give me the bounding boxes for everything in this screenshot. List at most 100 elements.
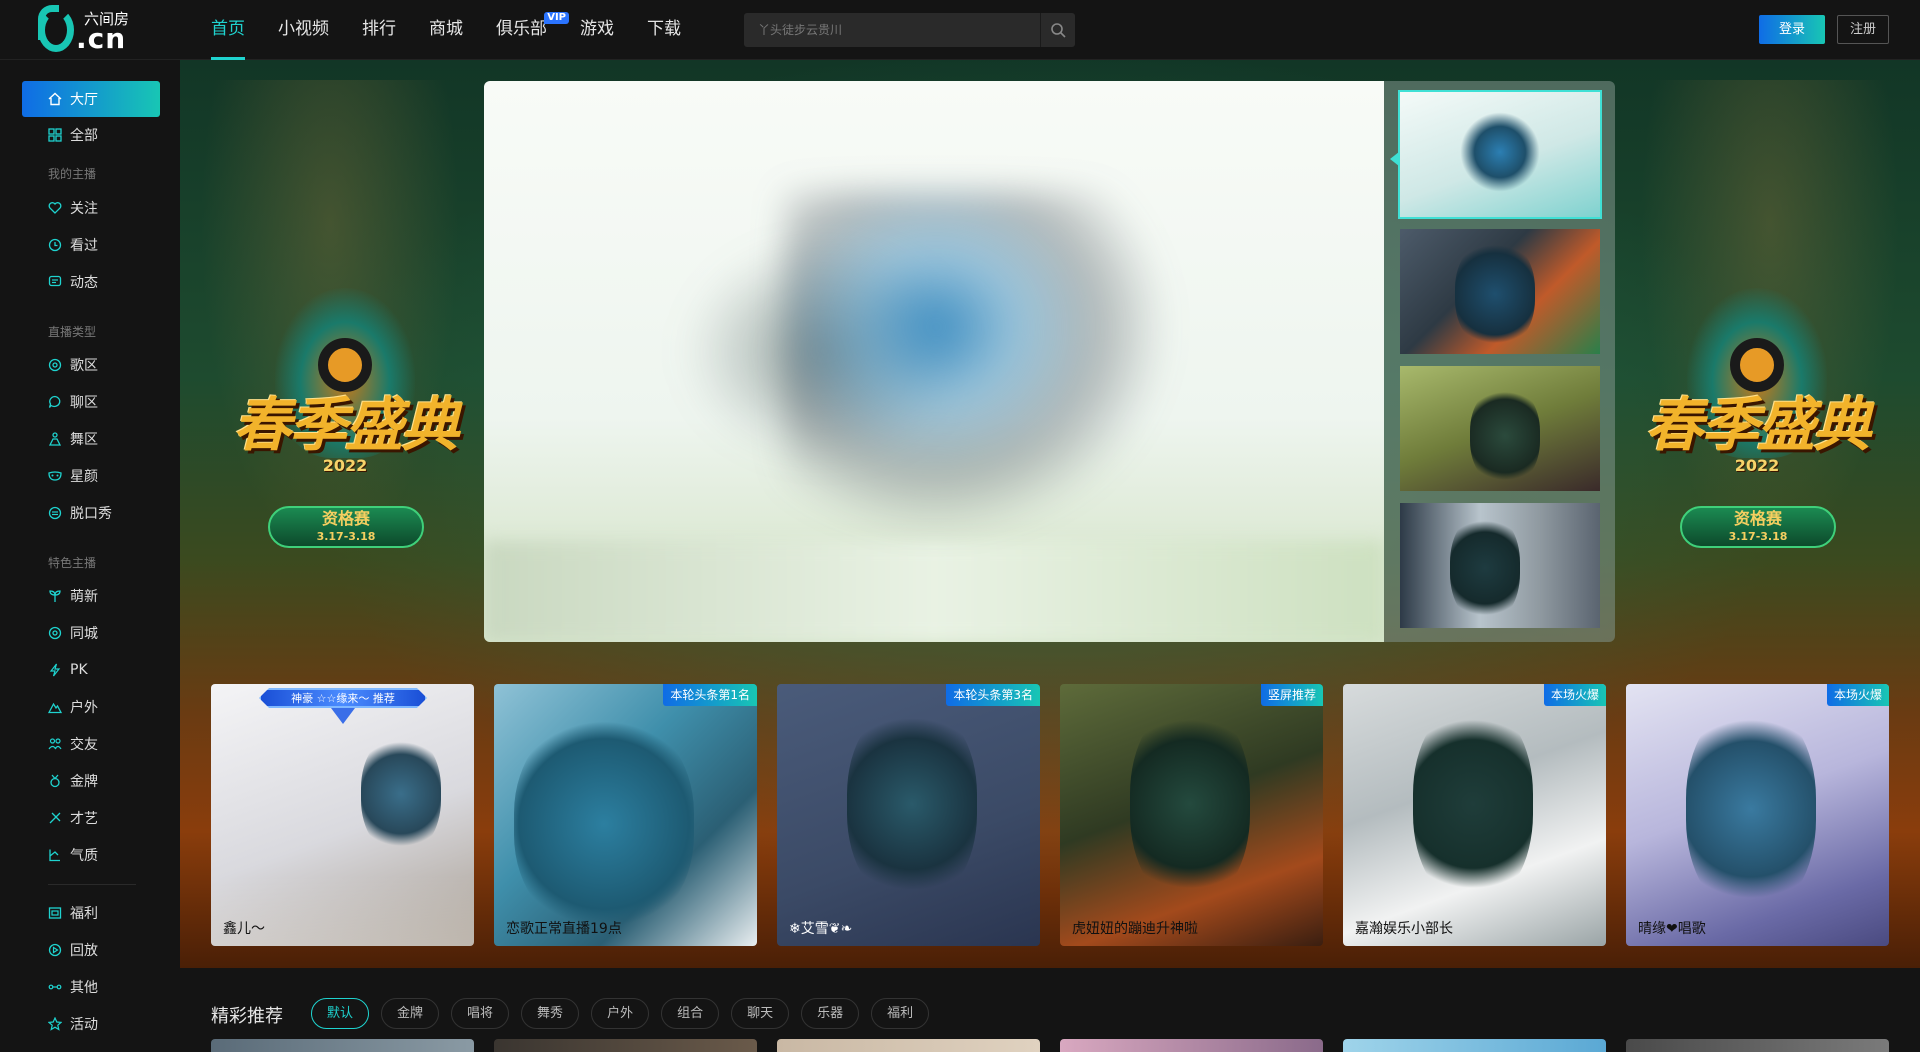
clock-icon — [48, 238, 62, 252]
sidebar-item-all[interactable]: 全部 — [22, 117, 160, 153]
live-card[interactable]: 竖屏推荐 虎妞妞的蹦迪升神啦 — [1060, 684, 1323, 946]
card-subject — [514, 714, 694, 934]
register-button[interactable]: 注册 — [1837, 15, 1889, 44]
sidebar-item-label: 交友 — [70, 737, 98, 753]
nav-mall[interactable]: 商城 — [429, 0, 463, 60]
sidebar-divider — [48, 884, 136, 885]
grid-icon — [48, 128, 62, 142]
sidebar-item-talent[interactable]: 才艺 — [22, 800, 160, 836]
sidebar-item-label: 同城 — [70, 626, 98, 642]
chip-singer[interactable]: 唱将 — [451, 998, 510, 1029]
live-card[interactable]: 本轮头条第3名 ❄艾雪❦❧ — [777, 684, 1040, 946]
live-video-player[interactable] — [484, 81, 1384, 642]
event-emblem-right[interactable]: 春季盛典 2022 资格赛 3.17-3.18 — [1622, 288, 1892, 558]
chip-outdoor[interactable]: 户外 — [591, 998, 650, 1029]
live-card[interactable]: 神豪 ☆☆缘来～ 推荐 鑫儿～ — [211, 684, 474, 946]
replay-icon — [48, 943, 62, 957]
sidebar-item-chat[interactable]: 聊区 — [22, 384, 160, 420]
site-logo[interactable]: 六间房 .cn — [38, 5, 130, 55]
home-icon — [48, 92, 62, 106]
sidebar-item-newbie[interactable]: 萌新 — [22, 578, 160, 614]
sidebar-item-label: 关注 — [70, 201, 98, 217]
next-row-card[interactable] — [777, 1039, 1040, 1052]
sidebar: 大厅 全部 我的主播 关注 看过 动态 直播类型 歌区 聊区 舞区 星颜 脱口秀… — [0, 60, 180, 1052]
event-emblem-left[interactable]: 春季盛典 2022 资格赛 3.17-3.18 — [210, 288, 480, 558]
next-row-card[interactable] — [1060, 1039, 1323, 1052]
search-input[interactable] — [744, 13, 1040, 47]
logo-domain: .cn — [76, 22, 127, 55]
sidebar-item-lobby[interactable]: 大厅 — [22, 81, 160, 117]
emblem-title: 春季盛典 — [1644, 391, 1871, 459]
next-row-card[interactable] — [1343, 1039, 1606, 1052]
nav-home[interactable]: 首页 — [211, 0, 245, 60]
stream-thumbnail[interactable] — [1400, 503, 1600, 628]
chip-instrument[interactable]: 乐器 — [801, 998, 860, 1029]
location-icon — [48, 626, 62, 640]
login-button[interactable]: 登录 — [1759, 15, 1825, 44]
sidebar-item-same-city[interactable]: 同城 — [22, 615, 160, 651]
sidebar-item-replay[interactable]: 回放 — [22, 932, 160, 968]
live-card[interactable]: 本场火爆 晴缘❤唱歌 — [1626, 684, 1889, 946]
next-row-card[interactable] — [1626, 1039, 1889, 1052]
sidebar-item-other[interactable]: 其他 — [22, 969, 160, 1005]
sidebar-item-dating[interactable]: 交友 — [22, 726, 160, 762]
nav-ranking[interactable]: 排行 — [362, 0, 396, 60]
nav-short-video[interactable]: 小视频 — [278, 0, 329, 60]
emblem-stage: 资格赛 — [321, 509, 370, 528]
nav-games[interactable]: 游戏 — [580, 0, 614, 60]
sidebar-item-star-face[interactable]: 星颜 — [22, 458, 160, 494]
card-tag: 本场火爆 — [1543, 684, 1606, 706]
sidebar-item-gold[interactable]: 金牌 — [22, 763, 160, 799]
thumb-subject — [1455, 239, 1535, 349]
sidebar-item-welfare[interactable]: 福利 — [22, 895, 160, 931]
sidebar-item-song[interactable]: 歌区 — [22, 347, 160, 383]
chip-chat[interactable]: 聊天 — [731, 998, 790, 1029]
chip-welfare[interactable]: 福利 — [871, 998, 930, 1029]
sidebar-item-outdoor[interactable]: 户外 — [22, 689, 160, 725]
sidebar-item-events[interactable]: 活动 — [22, 1006, 160, 1042]
search-button[interactable] — [1040, 13, 1075, 47]
star-icon — [48, 1017, 62, 1031]
live-card[interactable]: 本场火爆 嘉瀚娱乐小部长 — [1343, 684, 1606, 946]
sidebar-item-pk[interactable]: PK — [22, 652, 160, 688]
sidebar-item-label: 福利 — [70, 906, 98, 922]
music-icon — [48, 358, 62, 372]
bubble-icon — [48, 395, 61, 408]
gift-icon — [48, 907, 62, 919]
crest-gem-icon — [331, 708, 355, 724]
chip-default[interactable]: 默认 — [311, 998, 370, 1029]
sidebar-item-dance[interactable]: 舞区 — [22, 421, 160, 457]
nav-download[interactable]: 下载 — [647, 0, 681, 60]
live-card[interactable]: 本轮头条第1名 恋歌正常直播19点 — [494, 684, 757, 946]
thumb-subject — [1460, 112, 1540, 192]
card-anchor-name: 鑫儿～ — [223, 921, 265, 937]
card-subject — [361, 734, 441, 854]
card-anchor-name: 恋歌正常直播19点 — [506, 921, 622, 937]
search-icon — [1051, 23, 1066, 38]
dots-icon — [48, 984, 62, 990]
nav-club[interactable]: 俱乐部 VIP — [496, 0, 569, 60]
dance-icon — [48, 432, 62, 446]
next-row-card[interactable] — [211, 1039, 474, 1052]
crest-label: 神豪 ☆☆缘来～ 推荐 — [259, 688, 427, 708]
palette-icon — [49, 812, 61, 824]
stream-thumbnail[interactable] — [1400, 229, 1600, 354]
sidebar-item-temperament[interactable]: 气质 — [22, 837, 160, 873]
chip-dance[interactable]: 舞秀 — [521, 998, 580, 1029]
sidebar-item-feed[interactable]: 动态 — [22, 264, 160, 300]
card-tag: 本轮头条第3名 — [946, 684, 1040, 706]
sidebar-item-talkshow[interactable]: 脱口秀 — [22, 495, 160, 531]
next-row-card[interactable] — [494, 1039, 757, 1052]
sidebar-item-label: 大厅 — [70, 92, 98, 108]
emblem-title: 春季盛典 — [232, 391, 459, 459]
chip-gold[interactable]: 金牌 — [381, 998, 440, 1029]
main-nav: 首页 小视频 排行 商城 俱乐部 VIP 游戏 下载 — [211, 0, 714, 60]
stream-thumbnail[interactable] — [1398, 90, 1602, 219]
stream-thumbnail[interactable] — [1400, 366, 1600, 491]
selected-arrow-icon — [1390, 152, 1399, 166]
sidebar-item-label: 舞区 — [70, 432, 98, 448]
sidebar-item-follow[interactable]: 关注 — [22, 190, 160, 226]
sidebar-item-watched[interactable]: 看过 — [22, 227, 160, 263]
mask-icon — [48, 471, 62, 481]
chip-group[interactable]: 组合 — [661, 998, 720, 1029]
